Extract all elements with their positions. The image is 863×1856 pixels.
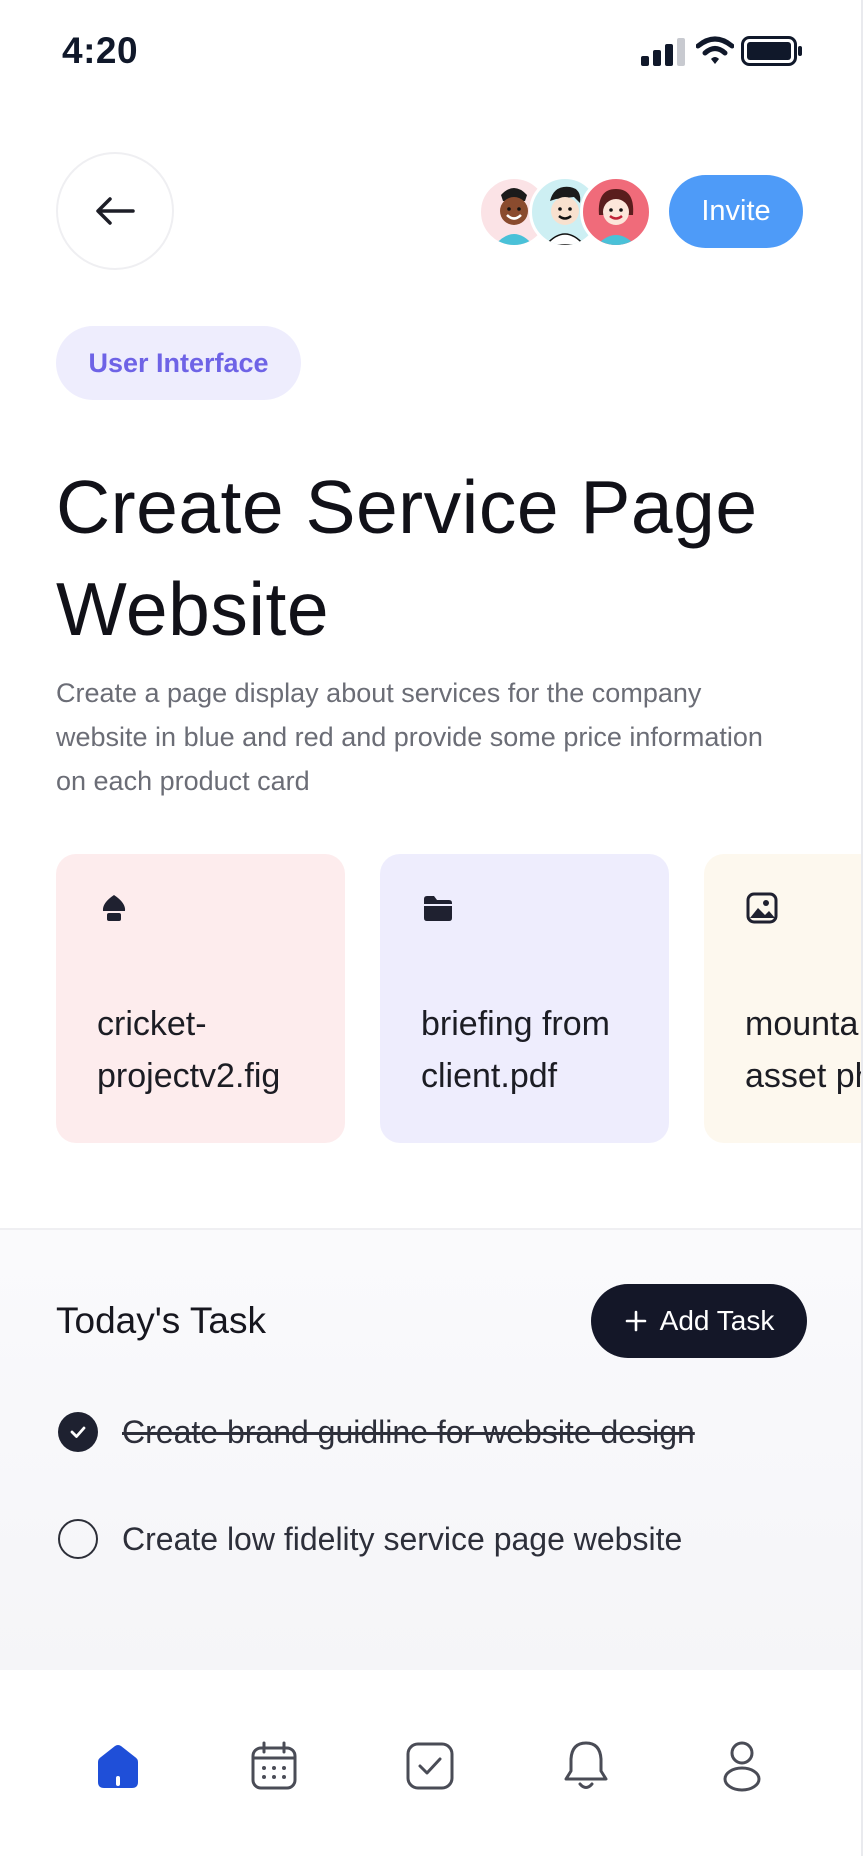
folder-icon	[424, 896, 452, 921]
file-card[interactable]: cricket-projectv2.fig	[56, 854, 345, 1143]
todays-task-section: Today's Task Add Task Create brand guidl…	[0, 1228, 863, 1672]
status-time: 4:20	[62, 30, 139, 71]
task-label: Create brand guidline for website design	[122, 1413, 695, 1450]
task-checkbox-checked[interactable]	[58, 1412, 98, 1452]
nav-notifications[interactable]	[556, 1736, 616, 1796]
profile-icon	[723, 1741, 761, 1792]
avatar[interactable]	[580, 176, 652, 248]
file-card[interactable]: briefing from client.pdf	[380, 854, 669, 1143]
signal-icon	[641, 38, 685, 66]
person-avatar-icon	[597, 189, 635, 245]
back-button[interactable]	[56, 152, 174, 270]
nav-home[interactable]	[88, 1736, 148, 1796]
nav-calendar[interactable]	[244, 1736, 304, 1796]
wifi-icon	[696, 36, 734, 64]
bottom-navigation	[0, 1670, 863, 1856]
nav-tasks[interactable]	[400, 1736, 460, 1796]
collaborator-avatars[interactable]	[478, 176, 652, 248]
checkmark-icon	[70, 1426, 86, 1438]
figma-pen-icon	[102, 895, 126, 921]
add-task-button[interactable]: Add Task	[591, 1284, 807, 1358]
file-name: mounta asset ph	[745, 1005, 863, 1095]
attachments-carousel[interactable]: cricket-projectv2.fig briefing from clie…	[0, 854, 863, 1144]
battery-icon	[741, 36, 802, 66]
invite-button[interactable]: Invite	[669, 175, 803, 248]
task-item[interactable]: Create brand guidline for website design	[58, 1410, 695, 1454]
task-label: Create low fidelity service page website	[122, 1520, 683, 1557]
category-tag[interactable]: User Interface	[56, 326, 301, 400]
task-checkbox[interactable]	[58, 1519, 98, 1559]
status-bar: 4:20	[0, 0, 863, 110]
file-name: cricket-projectv2.fig	[97, 1005, 281, 1095]
arrow-left-icon	[96, 197, 135, 225]
plus-icon	[625, 1310, 646, 1332]
home-icon	[98, 1745, 138, 1788]
file-card[interactable]: mounta asset ph	[704, 854, 863, 1143]
file-name: briefing from client.pdf	[421, 1005, 620, 1095]
image-icon	[746, 892, 778, 924]
nav-profile[interactable]	[712, 1736, 772, 1796]
checkbox-icon	[406, 1742, 454, 1790]
page-title: Create Service Page Website	[56, 465, 758, 651]
project-description: Create a page display about services for…	[56, 678, 763, 796]
add-task-label: Add Task	[659, 1305, 775, 1336]
app-screen: 4:20 Invite User Interface Create Servic…	[0, 0, 863, 1856]
calendar-icon	[251, 1741, 297, 1790]
bell-icon	[564, 1741, 608, 1789]
task-item[interactable]: Create low fidelity service page website	[58, 1517, 682, 1561]
section-title: Today's Task	[56, 1300, 266, 1341]
